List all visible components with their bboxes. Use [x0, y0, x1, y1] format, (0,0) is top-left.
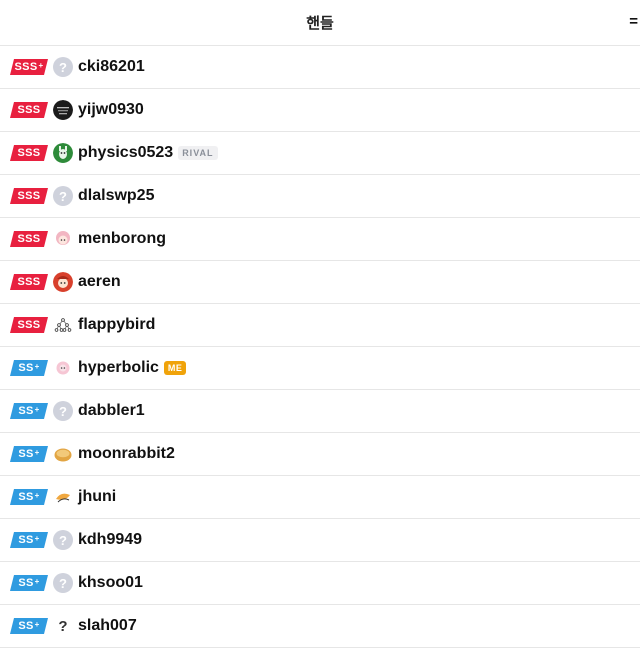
- list-item[interactable]: SS +? dabbler1: [0, 390, 640, 433]
- tier-badge: SS +: [10, 360, 48, 376]
- tier-label: SS: [18, 491, 34, 503]
- rival-badge: RIVAL: [178, 146, 218, 160]
- tier-label: SS: [18, 362, 34, 374]
- user-handle-link[interactable]: dlalswp25: [78, 187, 154, 205]
- tier-label: SSS: [17, 276, 41, 288]
- dark-avatar: [53, 100, 73, 120]
- user-handle-link[interactable]: khsoo01: [78, 574, 143, 592]
- table-header: 핸들 =: [0, 0, 640, 46]
- tier-badge: SSS: [10, 102, 48, 118]
- list-item[interactable]: SSS aeren: [0, 261, 640, 304]
- column-title-handle: 핸들: [306, 15, 334, 32]
- user-handle-link[interactable]: physics0523: [78, 144, 173, 162]
- user-handle-link[interactable]: slah007: [78, 617, 137, 635]
- list-item[interactable]: SS + hyperbolic ME: [0, 347, 640, 390]
- pink-character-avatar: [53, 229, 73, 249]
- list-item[interactable]: SSS flappybird: [0, 304, 640, 347]
- user-handle-link[interactable]: cki86201: [78, 58, 145, 76]
- unknown-avatar: ?: [53, 573, 73, 593]
- tier-label: SS: [18, 448, 34, 460]
- red-character-avatar: [53, 272, 73, 292]
- bread-avatar: [53, 444, 73, 464]
- tree-avatar: [53, 315, 73, 335]
- tier-label: SSS: [14, 61, 38, 73]
- tier-badge: SS +: [10, 532, 48, 548]
- question-mark-avatar: ?: [58, 617, 68, 635]
- tier-label: SS: [18, 620, 34, 632]
- user-handle-link[interactable]: flappybird: [78, 316, 155, 334]
- user-handle-link[interactable]: hyperbolic: [78, 359, 159, 377]
- tier-badge: SS +: [10, 489, 48, 505]
- unknown-avatar: ?: [53, 530, 73, 550]
- unknown-avatar: ?: [53, 401, 73, 421]
- orange-sketch-avatar: [53, 487, 73, 507]
- menu-icon[interactable]: =: [629, 13, 638, 30]
- handle-list: SSS +? cki86201 SSS yijw0930 SSS physics0523 RI…: [0, 46, 640, 648]
- tier-label: SS: [18, 405, 34, 417]
- me-badge: ME: [163, 361, 187, 375]
- list-item[interactable]: SSS? dlalswp25: [0, 175, 640, 218]
- tier-label: SSS: [17, 319, 41, 331]
- green-avatar: [53, 143, 73, 163]
- user-handle-link[interactable]: jhuni: [78, 488, 116, 506]
- unknown-avatar: ?: [53, 186, 73, 206]
- user-handle-link[interactable]: yijw0930: [78, 101, 144, 119]
- tier-badge: SSS: [10, 317, 48, 333]
- list-item[interactable]: SS +? slah007: [0, 605, 640, 648]
- tier-badge: SSS: [10, 188, 48, 204]
- tier-badge: SSS: [10, 274, 48, 290]
- list-item[interactable]: SSS menborong: [0, 218, 640, 261]
- tier-badge: SS +: [10, 618, 48, 634]
- tier-label: SSS: [17, 104, 41, 116]
- unknown-avatar: ?: [53, 57, 73, 77]
- list-item[interactable]: SSS +? cki86201: [0, 46, 640, 89]
- user-handle-link[interactable]: moonrabbit2: [78, 445, 175, 463]
- tier-badge: SSS: [10, 145, 48, 161]
- pink-flower-avatar: [53, 358, 73, 378]
- list-item[interactable]: SS +? kdh9949: [0, 519, 640, 562]
- list-item[interactable]: SSS physics0523 RIVAL: [0, 132, 640, 175]
- user-handle-link[interactable]: dabbler1: [78, 402, 145, 420]
- tier-label: SSS: [17, 190, 41, 202]
- tier-badge: SSS: [10, 231, 48, 247]
- user-handle-link[interactable]: menborong: [78, 230, 166, 248]
- tier-label: SSS: [17, 233, 41, 245]
- tier-label: SSS: [17, 147, 41, 159]
- tier-label: SS: [18, 534, 34, 546]
- user-handle-link[interactable]: aeren: [78, 273, 121, 291]
- user-handle-link[interactable]: kdh9949: [78, 531, 142, 549]
- list-item[interactable]: SS + moonrabbit2: [0, 433, 640, 476]
- list-item[interactable]: SSS yijw0930: [0, 89, 640, 132]
- tier-badge: SSS +: [10, 59, 48, 75]
- tier-label: SS: [18, 577, 34, 589]
- list-item[interactable]: SS +? khsoo01: [0, 562, 640, 605]
- tier-badge: SS +: [10, 446, 48, 462]
- tier-badge: SS +: [10, 403, 48, 419]
- list-item[interactable]: SS + jhuni: [0, 476, 640, 519]
- tier-badge: SS +: [10, 575, 48, 591]
